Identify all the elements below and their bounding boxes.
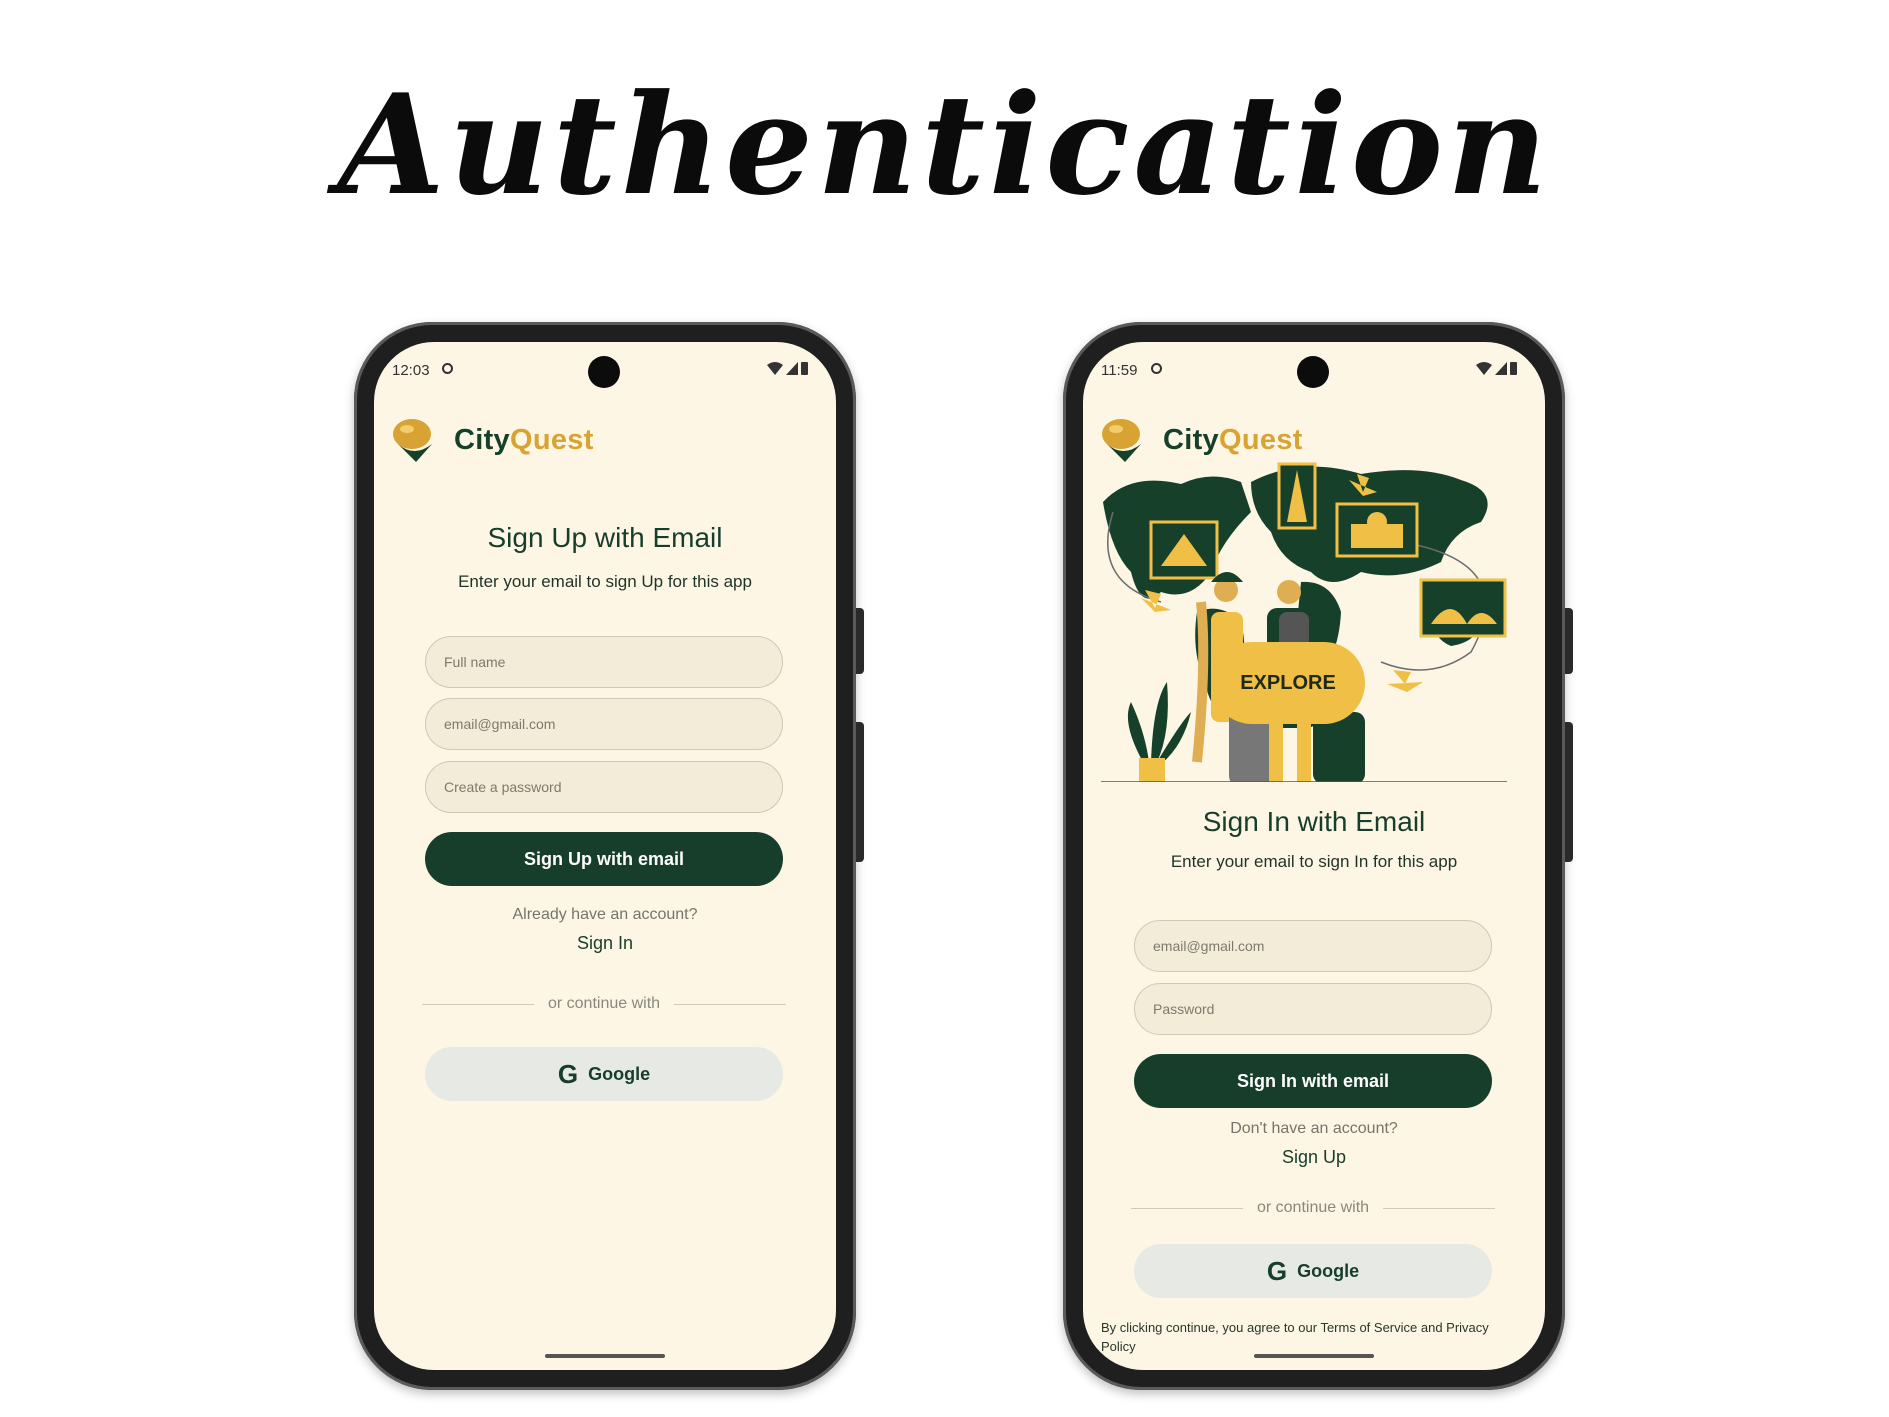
status-icons [1476, 362, 1517, 375]
signin-screen: 11:59 CityQuest EXPLORE Sign In with Ema… [1083, 342, 1545, 1370]
battery-icon [801, 362, 808, 375]
wifi-icon [1476, 362, 1492, 375]
email-input[interactable] [1134, 920, 1492, 972]
home-indicator[interactable] [545, 1354, 665, 1358]
power-button [856, 608, 864, 674]
status-bar: 12:03 [374, 342, 836, 392]
volume-button [856, 722, 864, 862]
google-label: Google [588, 1063, 651, 1084]
status-time: 11:59 [1101, 362, 1138, 379]
power-button [1565, 608, 1573, 674]
app-brand: CityQuest [392, 416, 594, 464]
signup-screen: 12:03 CityQuest Sign Up with Email Enter… [374, 342, 836, 1370]
app-name: CityQuest [1163, 423, 1303, 456]
google-icon: G [1266, 1256, 1288, 1286]
camera [588, 356, 620, 388]
app-brand: CityQuest [1101, 416, 1303, 464]
status-bar: 11:59 [1083, 342, 1545, 392]
legal-text: By clicking continue, you agree to our T… [1101, 1320, 1489, 1354]
continue-divider: or continue with [422, 995, 786, 1013]
signin-button[interactable]: Sign In with email [1134, 1054, 1492, 1108]
signup-button[interactable]: Sign Up with email [425, 832, 783, 886]
home-indicator[interactable] [1254, 1354, 1374, 1358]
status-time: 12:03 [392, 362, 430, 379]
divider-label: or continue with [547, 995, 661, 1012]
phone-signup: 12:03 CityQuest Sign Up with Email Enter… [354, 322, 864, 1390]
signup-link[interactable]: Sign Up [1083, 1147, 1545, 1168]
signal-icon [1495, 362, 1507, 375]
email-input[interactable] [425, 698, 783, 750]
fullname-input[interactable] [425, 636, 783, 688]
app-name: CityQuest [454, 423, 594, 456]
explore-button[interactable]: EXPLORE [1211, 642, 1365, 724]
signin-title: Sign In with Email [1202, 806, 1426, 837]
signup-subtitle: Enter your email to sign Up for this app [458, 572, 752, 591]
clock-icon [1151, 363, 1162, 374]
divider-label: or continue with [1256, 1199, 1370, 1216]
clock-icon [442, 363, 453, 374]
password-input[interactable] [425, 761, 783, 813]
battery-icon [1510, 362, 1517, 375]
google-icon: G [557, 1059, 579, 1089]
wifi-icon [767, 362, 783, 375]
page-title: Authentication [337, 63, 1552, 226]
travel-illustration [1101, 462, 1507, 782]
signin-subtitle: Enter your email to sign In for this app [1170, 852, 1458, 871]
phone-signin: 11:59 CityQuest EXPLORE Sign In with Ema… [1063, 322, 1573, 1390]
have-account-text: Already have an account? [512, 906, 698, 923]
status-icons [767, 362, 808, 375]
password-input[interactable] [1134, 983, 1492, 1035]
google-button[interactable]: G Google [1134, 1244, 1492, 1298]
camera [1297, 356, 1329, 388]
no-account-text: Don't have an account? [1230, 1120, 1398, 1137]
google-label: Google [1297, 1260, 1360, 1281]
app-logo-icon [1102, 419, 1141, 462]
volume-button [1565, 722, 1573, 862]
continue-divider: or continue with [1131, 1199, 1495, 1217]
app-logo-icon [393, 419, 432, 462]
signal-icon [786, 362, 798, 375]
signin-link[interactable]: Sign In [374, 933, 836, 954]
google-button[interactable]: G Google [425, 1047, 783, 1101]
signup-title: Sign Up with Email [487, 522, 723, 553]
